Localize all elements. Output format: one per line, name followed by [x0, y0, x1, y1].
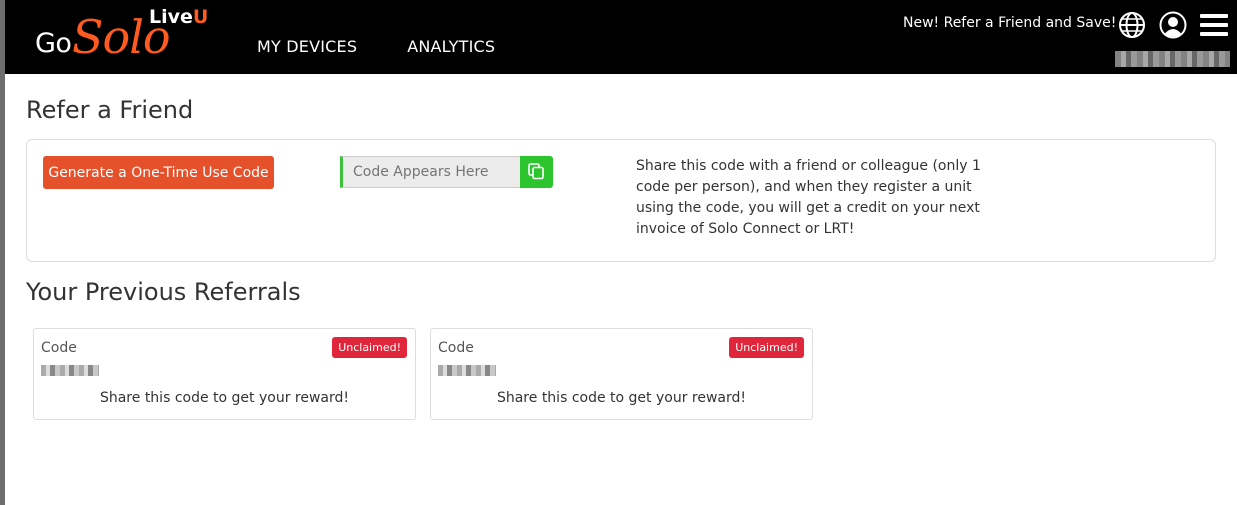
referral-card: Code Unclaimed! Share this code to get y…: [430, 328, 813, 420]
page-frame: Go Solo LiveU MY DEVICES ANALYTICS New! …: [5, 0, 1237, 505]
code-label: Code: [438, 340, 474, 356]
copy-code-button[interactable]: [520, 156, 553, 188]
redacted-code: [41, 365, 99, 376]
main-nav: MY DEVICES ANALYTICS: [257, 37, 495, 56]
logo-go-text: Go: [35, 28, 72, 59]
copy-icon: [528, 163, 544, 180]
share-message: Share this code to get your reward!: [99, 390, 350, 406]
share-message: Share this code to get your reward!: [496, 390, 747, 406]
status-badge: Unclaimed!: [332, 337, 407, 358]
nav-analytics[interactable]: ANALYTICS: [407, 37, 495, 56]
code-output-field[interactable]: [340, 156, 521, 188]
referral-card: Code Unclaimed! Share this code to get y…: [33, 328, 416, 420]
hamburger-menu-icon[interactable]: [1199, 12, 1229, 38]
logo-liveu-text: LiveU: [149, 6, 209, 28]
top-navbar: Go Solo LiveU MY DEVICES ANALYTICS New! …: [5, 0, 1237, 74]
previous-referrals-title: Your Previous Referrals: [26, 278, 301, 306]
user-icon[interactable]: [1159, 11, 1187, 39]
code-label: Code: [41, 340, 77, 356]
refer-promo-link[interactable]: New! Refer a Friend and Save!: [903, 15, 1116, 31]
gosolo-logo[interactable]: Go Solo LiveU: [33, 6, 213, 66]
redacted-code: [438, 365, 496, 376]
nav-my-devices[interactable]: MY DEVICES: [257, 37, 357, 56]
status-badge: Unclaimed!: [729, 337, 804, 358]
globe-icon[interactable]: [1118, 11, 1146, 39]
refer-panel: Generate a One-Time Use Code Share this …: [26, 139, 1216, 262]
page-title: Refer a Friend: [26, 96, 194, 124]
redacted-username: [1115, 51, 1230, 67]
refer-description: Share this code with a friend or colleag…: [636, 158, 981, 237]
generate-code-button[interactable]: Generate a One-Time Use Code: [43, 156, 274, 189]
